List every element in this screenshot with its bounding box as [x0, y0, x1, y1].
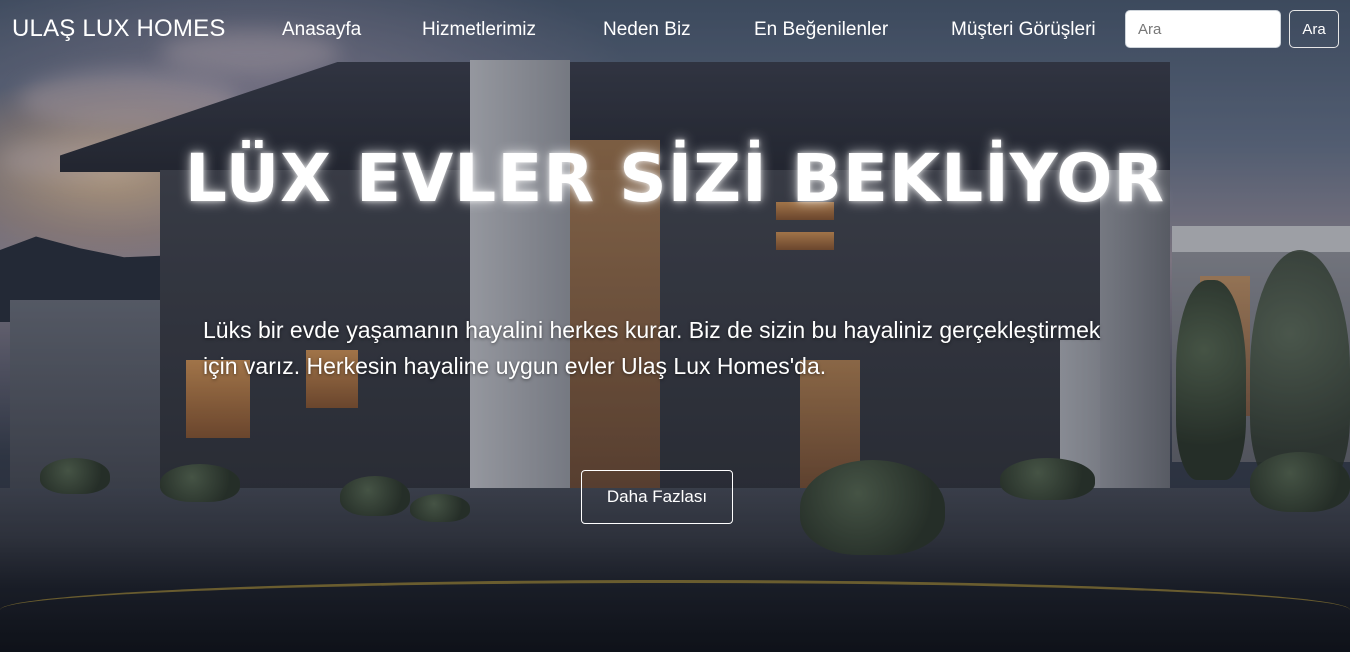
- nav-link-hizmetlerimiz[interactable]: Hizmetlerimiz: [422, 19, 536, 41]
- nav-link-musteri-gorusleri[interactable]: Müşteri Görüşleri: [951, 19, 1096, 41]
- nav-link-en-begenilenler[interactable]: En Beğenilenler: [754, 19, 888, 41]
- search-button[interactable]: Ara: [1289, 10, 1339, 48]
- search-input[interactable]: [1125, 10, 1281, 48]
- brand-logo[interactable]: ULAŞ LUX HOMES: [12, 15, 226, 43]
- hero-description: Lüks bir evde yaşamanın hayalini herkes …: [203, 317, 1101, 379]
- hero-title: LÜX EVLER SİZİ BEKLİYOR: [184, 140, 1166, 217]
- nav-link-neden-biz[interactable]: Neden Biz: [603, 19, 691, 41]
- more-button[interactable]: Daha Fazlası: [581, 470, 733, 524]
- navbar: ULAŞ LUX HOMES Anasayfa Hizmetlerimiz Ne…: [0, 0, 1350, 62]
- nav-link-anasayfa[interactable]: Anasayfa: [282, 19, 361, 41]
